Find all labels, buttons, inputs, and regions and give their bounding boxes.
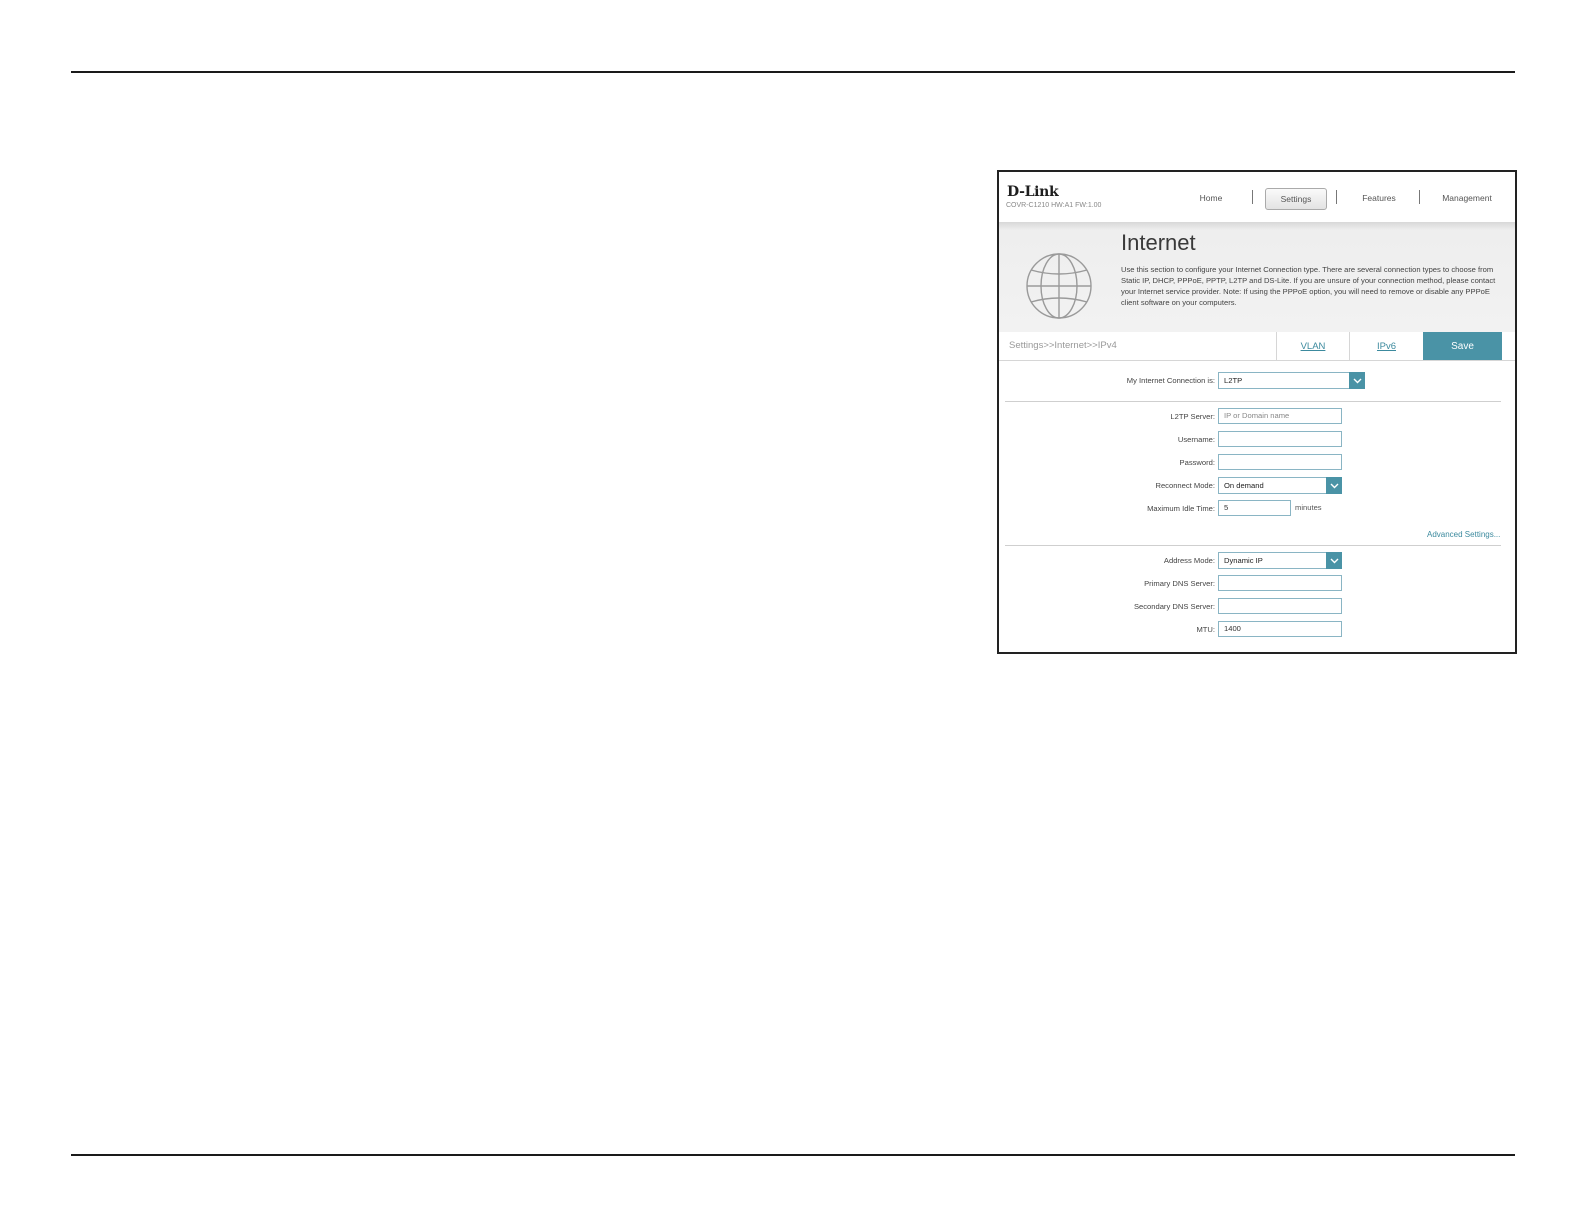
save-button[interactable]: Save	[1423, 332, 1502, 360]
page-description: Use this section to configure your Inter…	[1121, 265, 1496, 307]
vlan-link[interactable]: VLAN	[1276, 332, 1349, 360]
globe-icon	[1026, 253, 1092, 319]
l2tp-server-label: L2TP Server:	[1170, 412, 1215, 421]
chevron-down-icon[interactable]	[1326, 477, 1342, 494]
reconnect-mode-label: Reconnect Mode:	[1155, 481, 1215, 490]
top-rule	[71, 71, 1515, 73]
idle-time-unit: minutes	[1295, 503, 1322, 512]
max-idle-time-label: Maximum Idle Time:	[1147, 504, 1215, 513]
nav-features[interactable]: Features	[1349, 188, 1409, 208]
advanced-settings-link[interactable]: Advanced Settings...	[1427, 530, 1500, 539]
page-title: Internet	[1121, 230, 1196, 255]
connection-type-select[interactable]: L2TP	[1218, 372, 1365, 389]
router-ui-screenshot: D-Link COVR-C1210 HW:A1 FW:1.00 Home Set…	[997, 170, 1517, 654]
nav-management[interactable]: Management	[1427, 188, 1507, 208]
l2tp-server-input[interactable]: IP or Domain name	[1218, 408, 1342, 424]
reconnect-mode-value: On demand	[1224, 481, 1264, 490]
address-mode-value: Dynamic IP	[1224, 556, 1263, 565]
username-input[interactable]	[1218, 431, 1342, 447]
connection-type-label: My Internet Connection is:	[1126, 376, 1215, 385]
ipv6-link[interactable]: IPv6	[1349, 332, 1423, 360]
address-mode-label: Address Mode:	[1163, 556, 1215, 565]
primary-dns-input[interactable]	[1218, 575, 1342, 591]
username-label: Username:	[1177, 435, 1215, 444]
nav-home[interactable]: Home	[1185, 188, 1237, 208]
model-info: COVR-C1210 HW:A1 FW:1.00	[1006, 202, 1102, 209]
password-label: Password:	[1179, 458, 1215, 467]
chevron-down-icon[interactable]	[1349, 372, 1365, 389]
nav-separator	[1419, 190, 1420, 204]
section-divider	[1005, 545, 1501, 546]
secondary-dns-input[interactable]	[1218, 598, 1342, 614]
address-mode-select[interactable]: Dynamic IP	[1218, 552, 1342, 569]
breadcrumb: Settings>>Internet>>IPv4	[1009, 340, 1117, 351]
password-input[interactable]	[1218, 454, 1342, 470]
mtu-input[interactable]: 1400	[1218, 621, 1342, 637]
page-banner: Internet Use this section to configure y…	[999, 222, 1515, 333]
l2tp-server-placeholder: IP or Domain name	[1224, 411, 1290, 420]
mtu-label: MTU:	[1196, 625, 1215, 634]
nav-separator	[1336, 190, 1337, 204]
header: D-Link COVR-C1210 HW:A1 FW:1.00 Home Set…	[999, 172, 1515, 222]
primary-dns-label: Primary DNS Server:	[1144, 579, 1215, 588]
secondary-dns-label: Secondary DNS Server:	[1133, 602, 1215, 611]
connection-type-value: L2TP	[1224, 376, 1243, 385]
breadcrumb-bar: Settings>>Internet>>IPv4 VLAN IPv6 Save	[999, 332, 1515, 361]
chevron-down-icon[interactable]	[1326, 552, 1342, 569]
nav-settings[interactable]: Settings	[1265, 188, 1327, 210]
section-divider	[1005, 401, 1501, 402]
max-idle-time-input[interactable]: 5	[1218, 500, 1291, 516]
dlink-logo: D-Link	[1007, 184, 1059, 200]
bottom-rule	[71, 1154, 1515, 1156]
nav-separator	[1252, 190, 1253, 204]
reconnect-mode-select[interactable]: On demand	[1218, 477, 1342, 494]
